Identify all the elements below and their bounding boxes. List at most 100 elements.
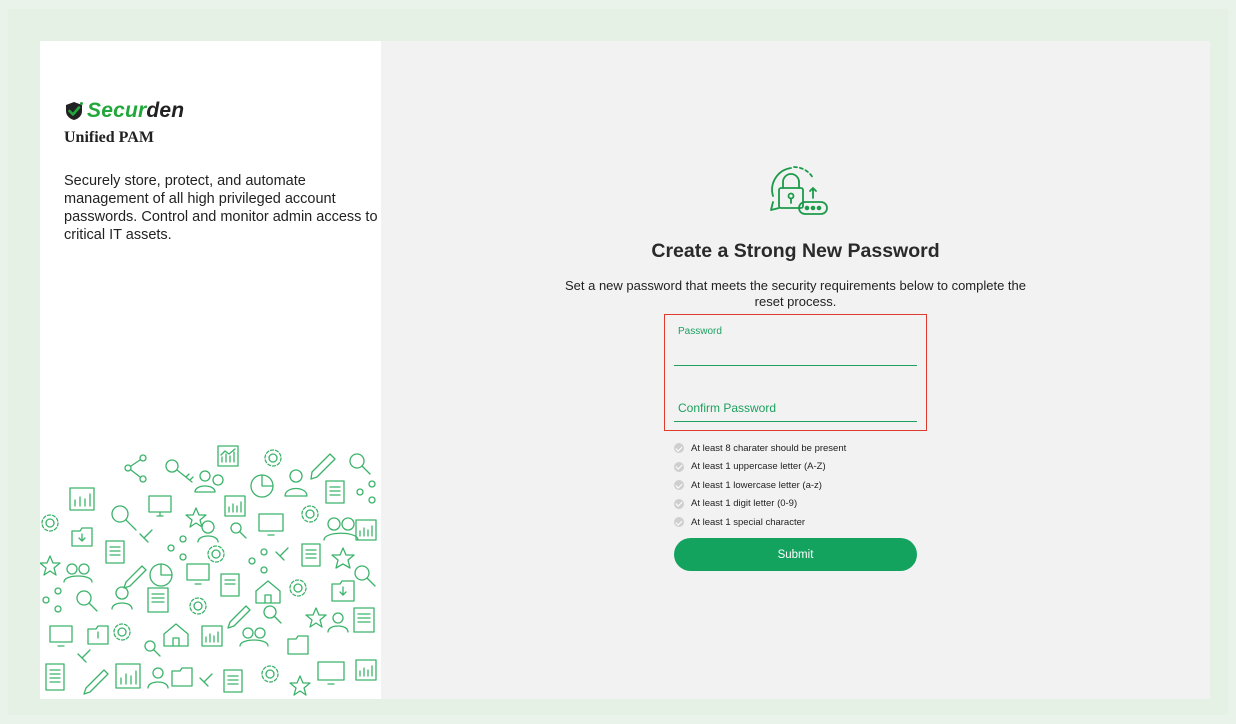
shield-check-icon (66, 102, 83, 120)
monitor-icon (49, 625, 73, 647)
search-icon (230, 522, 247, 539)
folder-icon (87, 625, 109, 645)
folder-icon (331, 580, 355, 602)
star-icon (305, 607, 327, 628)
link-icon (139, 529, 153, 543)
gear-icon (41, 514, 59, 532)
chart-icon (201, 625, 223, 647)
decorative-icon-pattern (40, 445, 377, 696)
search-icon (354, 565, 376, 587)
gear-icon (189, 597, 207, 615)
right-panel: Create a Strong New Password Set a new p… (381, 41, 1210, 699)
chart-icon (217, 445, 239, 467)
chart-icon (355, 659, 377, 681)
brand-name: Securden (87, 99, 185, 122)
gear-icon (264, 449, 282, 467)
folder-icon (287, 635, 309, 655)
monitor-icon (317, 661, 345, 685)
star-icon (331, 547, 355, 569)
brand-logo: Securden (64, 99, 184, 123)
document-icon (223, 669, 243, 693)
gear-icon (301, 505, 319, 523)
document-icon (301, 543, 321, 567)
chart-icon (355, 519, 377, 541)
share-icon (167, 535, 187, 561)
share-icon (42, 587, 62, 613)
pie-chart-icon (149, 563, 173, 587)
user-icon (147, 667, 169, 689)
requirement-item: At least 8 charater should be present (674, 439, 846, 458)
gear-icon (289, 579, 307, 597)
requirement-item: At least 1 special character (674, 513, 846, 532)
link-icon (77, 649, 91, 663)
share-icon (356, 480, 376, 504)
requirement-label: At least 1 digit letter (0-9) (691, 498, 798, 510)
user-icon (194, 470, 224, 493)
search-icon (111, 505, 137, 531)
check-circle-icon (674, 480, 684, 491)
page-title: Create a Strong New Password (651, 240, 940, 262)
pencil-icon (123, 565, 147, 589)
folder-icon (71, 527, 93, 547)
document-icon (105, 540, 125, 564)
chart-icon (115, 663, 141, 689)
star-icon (40, 555, 61, 576)
requirement-label: At least 8 charater should be present (691, 442, 847, 454)
home-icon (163, 623, 189, 647)
search-icon (76, 590, 98, 612)
chart-icon (69, 487, 95, 511)
requirement-item: At least 1 uppercase letter (A-Z) (674, 458, 846, 477)
folder-icon (171, 667, 193, 687)
document-icon (325, 480, 345, 504)
star-icon (289, 675, 311, 696)
monitor-icon (186, 563, 210, 585)
search-icon (144, 640, 161, 657)
search-icon (263, 605, 282, 624)
user-icon (63, 563, 93, 583)
document-icon (45, 663, 65, 691)
document-icon (147, 587, 169, 613)
gear-icon (207, 545, 225, 563)
key-icon (165, 459, 194, 483)
password-field[interactable] (674, 365, 917, 366)
requirement-label: At least 1 lowercase letter (a-z) (691, 479, 822, 491)
check-circle-icon (674, 517, 684, 528)
confirm-password-field[interactable]: Confirm Password (678, 401, 776, 415)
home-icon (255, 580, 281, 604)
chart-icon (224, 495, 246, 517)
user-icon (111, 586, 133, 610)
confirm-password-underline (674, 421, 917, 422)
password-label: Password (678, 326, 722, 337)
left-panel: Securden Unified PAM Securely store, pro… (40, 41, 381, 699)
document-icon (220, 573, 240, 597)
share-icon (124, 454, 147, 483)
check-circle-icon (674, 461, 684, 472)
link-icon (199, 673, 213, 687)
submit-button[interactable]: Submit (674, 538, 917, 571)
tagline: Securely store, protect, and automate ma… (64, 173, 378, 243)
search-icon (349, 453, 371, 475)
requirement-item: At least 1 digit letter (0-9) (674, 495, 846, 514)
user-icon (327, 612, 349, 633)
pencil-icon (310, 453, 336, 480)
document-icon (353, 607, 375, 633)
user-icon (323, 517, 359, 541)
product-name: Unified PAM (64, 129, 154, 146)
lock-password-icon (770, 166, 828, 215)
pie-chart-icon (250, 474, 274, 498)
user-icon (239, 627, 269, 647)
share-icon (248, 548, 268, 574)
requirement-label: At least 1 uppercase letter (A-Z) (691, 461, 826, 473)
pencil-icon (83, 669, 109, 695)
link-icon (275, 547, 289, 561)
monitor-icon (258, 513, 284, 536)
requirement-item: At least 1 lowercase letter (a-z) (674, 476, 846, 495)
check-circle-icon (674, 498, 684, 509)
monitor-icon (148, 495, 172, 517)
gear-icon (113, 623, 131, 641)
gear-icon (261, 665, 279, 683)
requirement-label: At least 1 special character (691, 516, 806, 528)
check-circle-icon (674, 443, 684, 454)
user-icon (284, 469, 308, 497)
page-subtitle: Set a new password that meets the securi… (564, 278, 1026, 309)
